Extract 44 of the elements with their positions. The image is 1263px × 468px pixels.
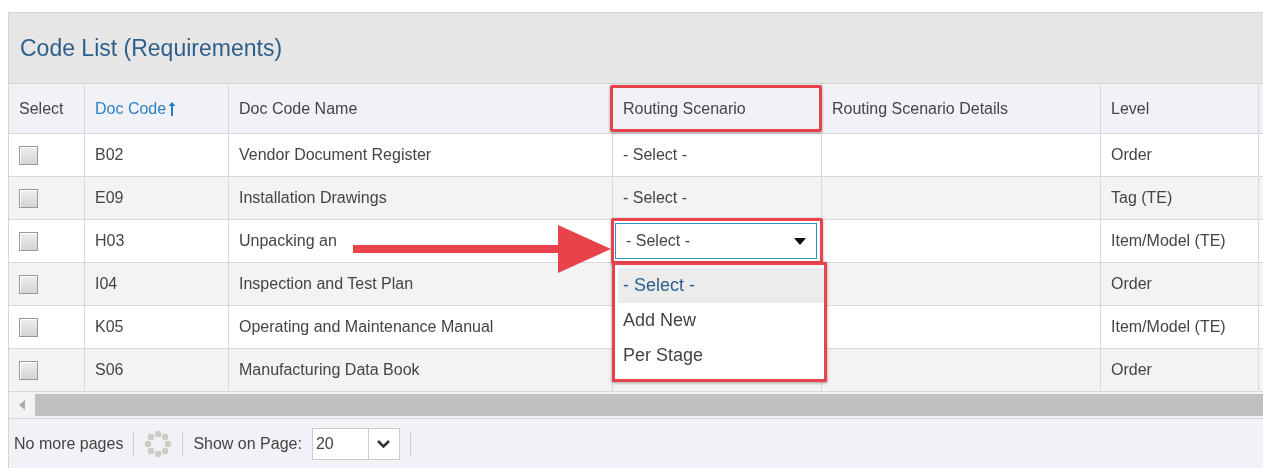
column-header[interactable]: Level: [1111, 99, 1150, 118]
doc-code-name: Manufacturing Data Book: [239, 361, 420, 379]
row-checkbox[interactable]: [19, 360, 38, 380]
level-value: Order: [1111, 361, 1152, 379]
chevron-down-icon: [377, 440, 391, 448]
column-header[interactable]: Doc Code Name: [239, 99, 358, 118]
dropdown-option[interactable]: - Select -: [618, 268, 824, 303]
sort-arrow-icon: [168, 100, 177, 117]
level-value: Item/Model (TE): [1111, 318, 1226, 336]
column-header[interactable]: Routing Scenario Details: [832, 99, 1009, 118]
doc-code: E09: [95, 189, 124, 207]
row-checkbox[interactable]: [19, 274, 38, 294]
paging-status: No more pages: [14, 435, 124, 453]
panel-title: Code List (Requirements): [20, 34, 283, 62]
page-size-select[interactable]: 20: [311, 428, 400, 460]
row-checkbox[interactable]: [19, 231, 38, 251]
column-header[interactable]: Doc Code: [95, 99, 177, 118]
doc-code: B02: [95, 146, 124, 164]
level-value: Order: [1111, 275, 1152, 293]
doc-code-name: Unpacking an: [239, 232, 337, 250]
doc-code: S06: [95, 361, 124, 379]
row-checkbox[interactable]: [19, 317, 38, 337]
routing-dropdown[interactable]: - Select -: [615, 223, 817, 259]
doc-code-name: Inspection and Test Plan: [239, 275, 414, 293]
level-value: Item/Model (TE): [1111, 232, 1226, 250]
row-checkbox[interactable]: [19, 188, 38, 208]
doc-code: I04: [95, 275, 118, 293]
column-header[interactable]: Select: [19, 99, 64, 118]
doc-code: H03: [95, 232, 125, 250]
doc-code-name: Vendor Document Register: [239, 146, 432, 164]
caret-icon: [794, 237, 806, 245]
level-value: Tag (TE): [1111, 189, 1173, 207]
routing-value: - Select -: [623, 189, 687, 207]
level-value: Order: [1111, 146, 1152, 164]
page-size-label: Show on Page:: [193, 435, 302, 453]
row-checkbox[interactable]: [19, 145, 38, 165]
column-header[interactable]: Routing Scenario: [623, 99, 746, 118]
routing-value: - Select -: [623, 146, 687, 164]
horizontal-scrollbar[interactable]: [9, 392, 1263, 419]
doc-code-name: Operating and Maintenance Manual: [239, 318, 494, 336]
loading-spinner-icon: [144, 430, 173, 458]
doc-code-name: Installation Drawings: [239, 189, 387, 207]
doc-code: K05: [95, 318, 124, 336]
scroll-left-icon[interactable]: [19, 400, 25, 410]
